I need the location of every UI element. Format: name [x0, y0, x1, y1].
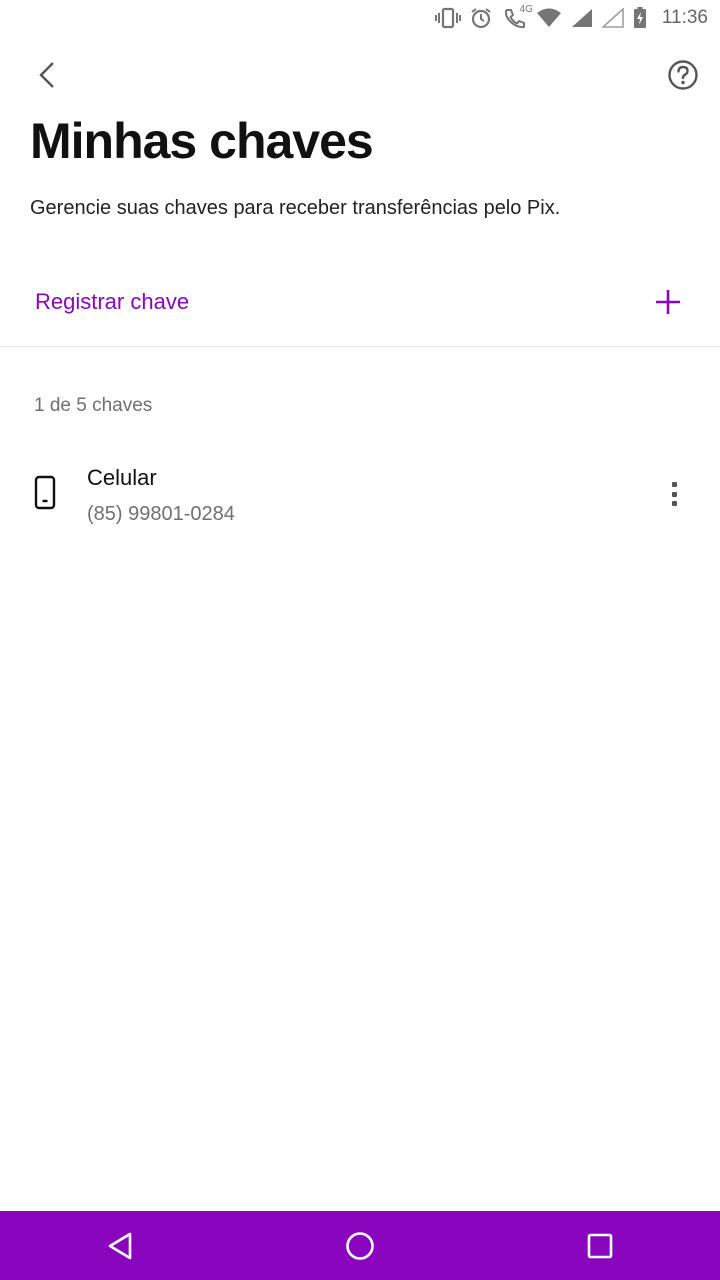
network-type-label: 4G: [519, 4, 533, 15]
home-circle-icon: [346, 1231, 374, 1260]
alarm-icon: [470, 6, 492, 30]
more-vertical-icon-dot: [671, 491, 677, 497]
status-bar: 4G 11:36: [0, 0, 720, 36]
recents-square-icon: [587, 1233, 613, 1258]
wifi-icon: [536, 6, 562, 30]
register-key-label: Registrar chave: [35, 289, 190, 314]
nav-back-button[interactable]: [80, 1216, 160, 1276]
register-key-button[interactable]: Registrar chave: [0, 258, 720, 346]
more-vertical-icon: [671, 482, 677, 487]
navigation-bar: [0, 1211, 720, 1280]
back-triangle-icon: [108, 1232, 132, 1259]
key-type-label: Celular: [87, 465, 157, 490]
smartphone-icon: [33, 475, 57, 511]
divider: [0, 346, 720, 347]
back-button[interactable]: [28, 56, 66, 94]
chevron-left-icon: [39, 62, 54, 88]
battery-charging-icon: [633, 6, 647, 30]
key-list-item[interactable]: Celular (85) 99801-0284: [0, 450, 720, 546]
more-vertical-icon-dot: [671, 501, 677, 506]
keys-count-label: 1 de 5 chaves: [34, 395, 153, 416]
nav-home-button[interactable]: [320, 1216, 400, 1276]
screen: 4G 11:36 Minhas chaves Gerencie suas cha…: [0, 0, 720, 1280]
more-options-button[interactable]: [660, 476, 688, 512]
page-subtitle: Gerencie suas chaves para receber transf…: [30, 197, 561, 219]
help-circle-icon: [668, 60, 698, 90]
help-button[interactable]: [664, 56, 702, 94]
signal-empty-icon: [601, 6, 624, 30]
nav-recents-button[interactable]: [560, 1216, 640, 1276]
page-title: Minhas chaves: [30, 113, 374, 169]
plus-icon: [654, 288, 682, 316]
vibrate-icon: [434, 6, 461, 30]
key-value: (85) 99801-0284: [87, 503, 235, 525]
wifi-calling-icon: 4G: [501, 4, 533, 30]
status-time: 11:36: [661, 7, 708, 28]
signal-icon: [571, 6, 593, 30]
